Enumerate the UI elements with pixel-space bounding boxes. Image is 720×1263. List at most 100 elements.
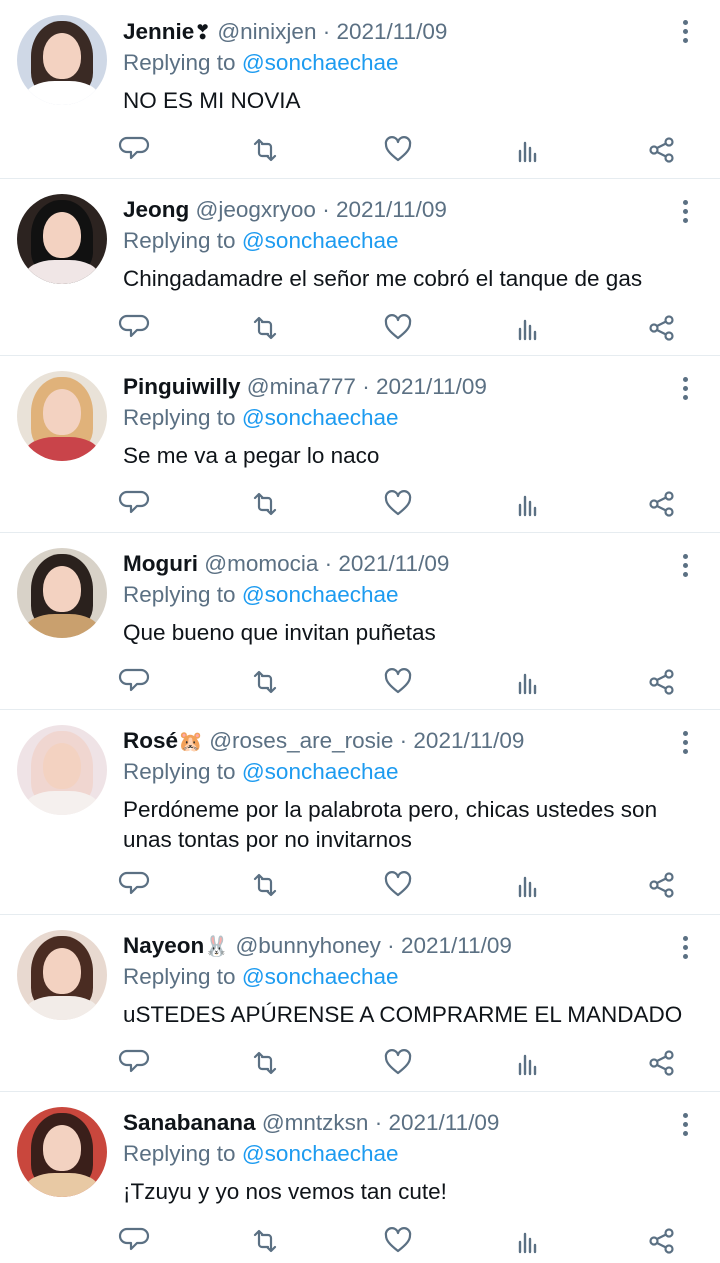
like-icon[interactable]	[381, 868, 415, 902]
user-handle[interactable]: @bunnyhoney	[235, 933, 380, 958]
user-handle[interactable]: @mina777	[247, 374, 356, 399]
replying-to-label: Replying to	[123, 964, 236, 989]
retweet-icon[interactable]	[248, 868, 282, 902]
retweet-icon[interactable]	[248, 133, 282, 167]
reply-icon[interactable]	[118, 133, 152, 167]
like-icon[interactable]	[381, 1224, 415, 1258]
tweet[interactable]: Pinguiwilly @mina777 · 2021/11/09 Replyi…	[0, 356, 720, 533]
analytics-icon[interactable]	[512, 665, 546, 699]
retweet-icon[interactable]	[248, 665, 282, 699]
like-icon[interactable]	[381, 133, 415, 167]
analytics-icon[interactable]	[512, 1046, 546, 1080]
tweet-actions	[0, 311, 720, 347]
replying-to: Replying to @sonchaechae	[123, 1139, 700, 1169]
display-name[interactable]: Rosé	[123, 728, 178, 753]
tweet[interactable]: Rosé🐹 @roses_are_rosie · 2021/11/09 Repl…	[0, 710, 720, 915]
like-icon[interactable]	[381, 1046, 415, 1080]
display-name[interactable]: Moguri	[123, 551, 198, 576]
analytics-icon[interactable]	[512, 133, 546, 167]
user-handle[interactable]: @roses_are_rosie	[209, 728, 393, 753]
display-name[interactable]: Sanabanana	[123, 1110, 256, 1135]
more-options-icon[interactable]	[676, 731, 694, 755]
tweet[interactable]: Jennie❣ @ninixjen · 2021/11/09 Replying …	[0, 0, 720, 179]
tweet[interactable]: Moguri @momocia · 2021/11/09 Replying to…	[0, 533, 720, 710]
avatar[interactable]	[17, 725, 107, 815]
tweet-date[interactable]: 2021/11/09	[413, 728, 524, 753]
display-name[interactable]: Pinguiwilly	[123, 374, 241, 399]
tweet-date[interactable]: 2021/11/09	[336, 19, 447, 44]
separator: ·	[322, 19, 331, 44]
user-handle[interactable]: @jeogxryoo	[196, 197, 316, 222]
avatar[interactable]	[17, 548, 107, 638]
tweet[interactable]: Sanabanana @mntzksn · 2021/11/09 Replyin…	[0, 1092, 720, 1260]
reply-icon[interactable]	[118, 487, 152, 521]
avatar[interactable]	[17, 15, 107, 105]
retweet-icon[interactable]	[248, 1224, 282, 1258]
reply-mention-link[interactable]: @sonchaechae	[242, 1141, 399, 1166]
like-icon[interactable]	[381, 311, 415, 345]
user-handle[interactable]: @mntzksn	[262, 1110, 369, 1135]
reply-icon[interactable]	[118, 868, 152, 902]
share-icon[interactable]	[645, 1046, 679, 1080]
user-handle[interactable]: @momocia	[204, 551, 318, 576]
avatar[interactable]	[17, 1107, 107, 1197]
tweet-date[interactable]: 2021/11/09	[336, 197, 447, 222]
tweet-date[interactable]: 2021/11/09	[376, 374, 487, 399]
more-options-icon[interactable]	[676, 377, 694, 401]
share-icon[interactable]	[645, 311, 679, 345]
display-name[interactable]: Nayeon	[123, 933, 204, 958]
avatar[interactable]	[17, 371, 107, 461]
share-icon[interactable]	[645, 665, 679, 699]
analytics-icon[interactable]	[512, 1224, 546, 1258]
separator: ·	[362, 374, 370, 399]
reply-icon[interactable]	[118, 1046, 152, 1080]
display-name[interactable]: Jeong	[123, 197, 189, 222]
reply-icon[interactable]	[118, 665, 152, 699]
share-icon[interactable]	[645, 868, 679, 902]
tweet-actions	[0, 1224, 720, 1260]
analytics-icon[interactable]	[512, 487, 546, 521]
analytics-icon[interactable]	[512, 311, 546, 345]
tweet-date[interactable]: 2021/11/09	[401, 933, 512, 958]
share-icon[interactable]	[645, 133, 679, 167]
reply-mention-link[interactable]: @sonchaechae	[242, 964, 399, 989]
reply-mention-link[interactable]: @sonchaechae	[242, 582, 399, 607]
avatar[interactable]	[17, 930, 107, 1020]
reply-mention-link[interactable]: @sonchaechae	[242, 759, 399, 784]
replying-to: Replying to @sonchaechae	[123, 962, 700, 992]
display-name[interactable]: Jennie	[123, 19, 194, 44]
reply-mention-link[interactable]: @sonchaechae	[242, 50, 399, 75]
reply-mention-link[interactable]: @sonchaechae	[242, 228, 399, 253]
avatar[interactable]	[17, 194, 107, 284]
tweet-header: Jennie❣ @ninixjen · 2021/11/09	[123, 17, 700, 48]
tweet-actions	[0, 133, 720, 169]
tweet-date[interactable]: 2021/11/09	[388, 1110, 499, 1135]
replying-to-label: Replying to	[123, 582, 236, 607]
analytics-icon[interactable]	[512, 868, 546, 902]
reply-icon[interactable]	[118, 1224, 152, 1258]
more-options-icon[interactable]	[676, 554, 694, 578]
tweet-date[interactable]: 2021/11/09	[338, 551, 449, 576]
name-emoji: 🐰	[204, 936, 230, 958]
more-options-icon[interactable]	[676, 20, 694, 44]
more-options-icon[interactable]	[676, 936, 694, 960]
tweet-header: Jeong @jeogxryoo · 2021/11/09	[123, 195, 700, 226]
retweet-icon[interactable]	[248, 311, 282, 345]
like-icon[interactable]	[381, 487, 415, 521]
replying-to: Replying to @sonchaechae	[123, 48, 700, 78]
retweet-icon[interactable]	[248, 1046, 282, 1080]
tweet-text: Se me va a pegar lo naco	[123, 443, 380, 468]
tweet[interactable]: Jeong @jeogxryoo · 2021/11/09 Replying t…	[0, 179, 720, 356]
tweet-text: Perdóneme por la palabrota pero, chicas …	[123, 797, 658, 852]
more-options-icon[interactable]	[676, 1113, 694, 1137]
share-icon[interactable]	[645, 487, 679, 521]
user-handle[interactable]: @ninixjen	[217, 19, 316, 44]
reply-icon[interactable]	[118, 311, 152, 345]
share-icon[interactable]	[645, 1224, 679, 1258]
like-icon[interactable]	[381, 665, 415, 699]
retweet-icon[interactable]	[248, 487, 282, 521]
more-options-icon[interactable]	[676, 200, 694, 224]
tweet-actions	[0, 665, 720, 701]
reply-mention-link[interactable]: @sonchaechae	[242, 405, 399, 430]
tweet[interactable]: Nayeon🐰 @bunnyhoney · 2021/11/09 Replyin…	[0, 915, 720, 1092]
